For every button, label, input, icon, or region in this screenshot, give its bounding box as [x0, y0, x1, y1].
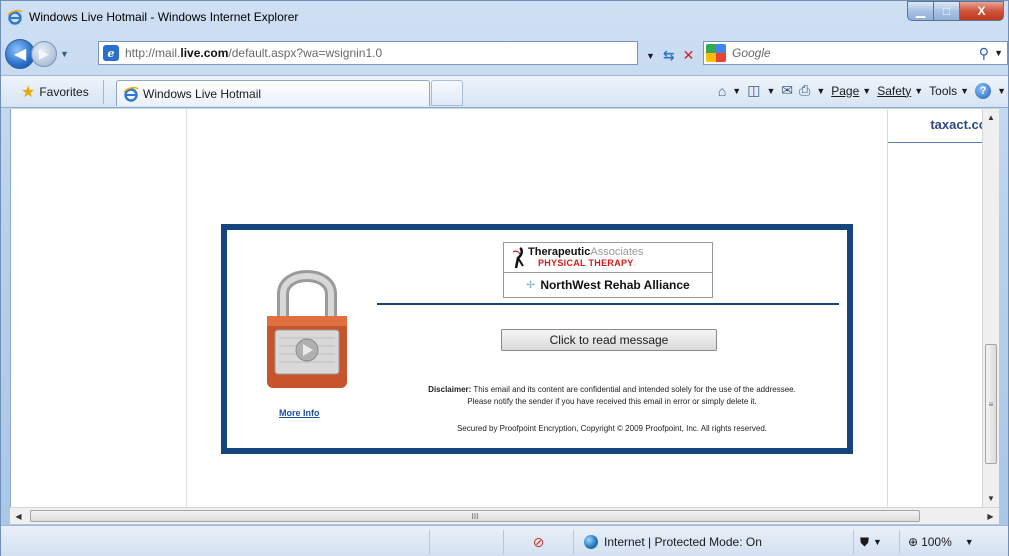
tab-ie-icon	[123, 86, 139, 102]
browser-window: Windows Live Hotmail - Windows Internet …	[0, 0, 1009, 556]
left-column	[11, 109, 187, 507]
tab-hotmail[interactable]: Windows Live Hotmail	[116, 80, 430, 106]
runner-logo-icon	[512, 246, 524, 269]
window-title: Windows Live Hotmail - Windows Internet …	[29, 10, 299, 24]
home-icon[interactable]: ⌂	[718, 83, 726, 99]
logo-text: TherapeuticAssociates PHYSICAL THERAPY	[528, 245, 644, 268]
ie-logo-icon	[7, 9, 23, 25]
scroll-up-icon[interactable]: ▲	[983, 109, 999, 126]
status-segment-empty	[429, 530, 503, 554]
print-icon[interactable]: ⎙	[799, 82, 810, 99]
popup-blocker-segment[interactable]: ⊘	[503, 530, 573, 554]
page-content: taxact.cc More Info TherapeuticAssociate…	[10, 109, 999, 507]
back-arrow-icon: ◀	[13, 46, 27, 63]
status-bar: ⊘ Internet | Protected Mode: On ⛊ ▼ ⊕ 100…	[1, 525, 1008, 556]
ad-banner[interactable]: taxact.cc	[888, 117, 988, 143]
address-bar[interactable]: e http://mail.live.com/default.aspx?wa=w…	[98, 41, 638, 65]
popup-blocked-icon[interactable]: ⊘	[533, 534, 545, 551]
shield-icon: ⛊	[860, 534, 870, 549]
zoom-dropdown-icon[interactable]: ▼	[965, 537, 974, 547]
title-bar: Windows Live Hotmail - Windows Internet …	[1, 1, 1008, 33]
search-box[interactable]: Google ⚲ ▼	[703, 41, 1008, 65]
home-dropdown-icon[interactable]: ▼	[732, 86, 741, 96]
forward-arrow-icon: ▶	[39, 46, 49, 61]
page-ie-icon: e	[103, 45, 119, 61]
sender-logo: TherapeuticAssociates PHYSICAL THERAPY ✢…	[503, 242, 713, 298]
forward-button[interactable]: ▶	[31, 41, 57, 67]
new-tab-button[interactable]	[431, 80, 463, 106]
address-dropdown-icon[interactable]: ▼	[646, 51, 655, 61]
stop-icon[interactable]: ✕	[683, 47, 695, 64]
recent-pages-dropdown[interactable]: ▼	[60, 49, 72, 59]
globe-icon	[584, 535, 598, 549]
feeds-dropdown-icon[interactable]: ▼	[766, 86, 775, 96]
feeds-icon[interactable]: ◫	[747, 82, 760, 99]
minimize-button[interactable]: ▁	[907, 1, 934, 21]
favorites-bar: ★ Favorites Windows Live Hotmail ⌂ ▼ ◫ ▼ ✉…	[1, 75, 1008, 108]
search-input[interactable]: Google	[732, 46, 771, 60]
leaf-icon: ✢	[526, 280, 535, 291]
help-dropdown-icon[interactable]: ▼	[997, 86, 1006, 96]
print-dropdown-icon[interactable]: ▼	[816, 86, 825, 96]
mail-icon[interactable]: ✉	[781, 82, 793, 99]
horizontal-scrollbar[interactable]: ◀ III ▶	[10, 507, 999, 524]
secure-message-panel: More Info TherapeuticAssociates PHYSICAL…	[221, 224, 853, 454]
command-bar: ⌂ ▼ ◫ ▼ ✉ ⎙ ▼ Page ▼ Safety ▼ Tools ▼ ? ▼	[718, 82, 1006, 99]
read-message-button[interactable]: Click to read message	[501, 329, 717, 351]
page-menu[interactable]: Page ▼	[831, 84, 871, 98]
divider-rule	[377, 303, 839, 305]
more-info-link[interactable]: More Info	[279, 408, 320, 418]
scroll-right-icon[interactable]: ▶	[982, 508, 999, 525]
zoom-icon: ⊕	[908, 535, 919, 549]
window-controls: ▁ □ X	[907, 1, 1004, 21]
scroll-left-icon[interactable]: ◀	[10, 508, 27, 525]
scroll-down-icon[interactable]: ▼	[983, 490, 999, 507]
logo-therapeutic: TherapeuticAssociates PHYSICAL THERAPY	[504, 243, 712, 273]
star-icon: ★	[21, 83, 36, 101]
help-icon[interactable]: ?	[975, 82, 992, 99]
horizontal-scroll-thumb[interactable]: III	[30, 510, 920, 522]
tools-menu[interactable]: Tools ▼	[929, 84, 969, 98]
zoom-level: 100%	[921, 535, 952, 549]
address-tools: ▼ ⇆ ✕	[646, 47, 694, 64]
address-toolbar: ◀ ▶ ▼ e http://mail.live.com/default.asp…	[1, 35, 1008, 73]
close-button[interactable]: X	[960, 1, 1004, 21]
maximize-icon: □	[942, 4, 951, 18]
favorites-button[interactable]: ★ Favorites	[21, 82, 89, 102]
search-options-icon[interactable]: ▼	[994, 48, 1003, 58]
address-url[interactable]: http://mail.live.com/default.aspx?wa=wsi…	[125, 46, 382, 60]
search-icon[interactable]: ⚲	[979, 45, 989, 62]
copyright-notice: Secured by Proofpoint Encryption, Copyri…	[456, 424, 768, 433]
close-icon: X	[977, 4, 986, 18]
google-icon	[706, 44, 726, 62]
disclaimer: Disclaimer: This email and its content a…	[428, 385, 796, 406]
divider	[102, 79, 104, 104]
zoom-control[interactable]: ⊕ 100% ▼	[899, 530, 1009, 554]
minimize-icon: ▁	[915, 4, 926, 18]
maximize-button[interactable]: □	[934, 1, 960, 21]
padlock-icon	[267, 270, 347, 388]
protected-mode-segment[interactable]: ⛊ ▼	[853, 530, 899, 554]
vertical-scroll-thumb[interactable]: ≡	[985, 344, 997, 464]
tab-title: Windows Live Hotmail	[143, 86, 262, 101]
security-zone[interactable]: Internet | Protected Mode: On	[573, 530, 853, 554]
refresh-icon[interactable]: ⇆	[663, 47, 675, 64]
logo-northwest: ✢ NorthWest Rehab Alliance	[526, 278, 690, 292]
zone-label: Internet | Protected Mode: On	[604, 535, 762, 549]
vertical-scrollbar[interactable]: ▲ ≡ ▼	[982, 109, 999, 507]
favorites-label: Favorites	[39, 84, 89, 99]
safety-menu[interactable]: Safety ▼	[877, 84, 923, 98]
